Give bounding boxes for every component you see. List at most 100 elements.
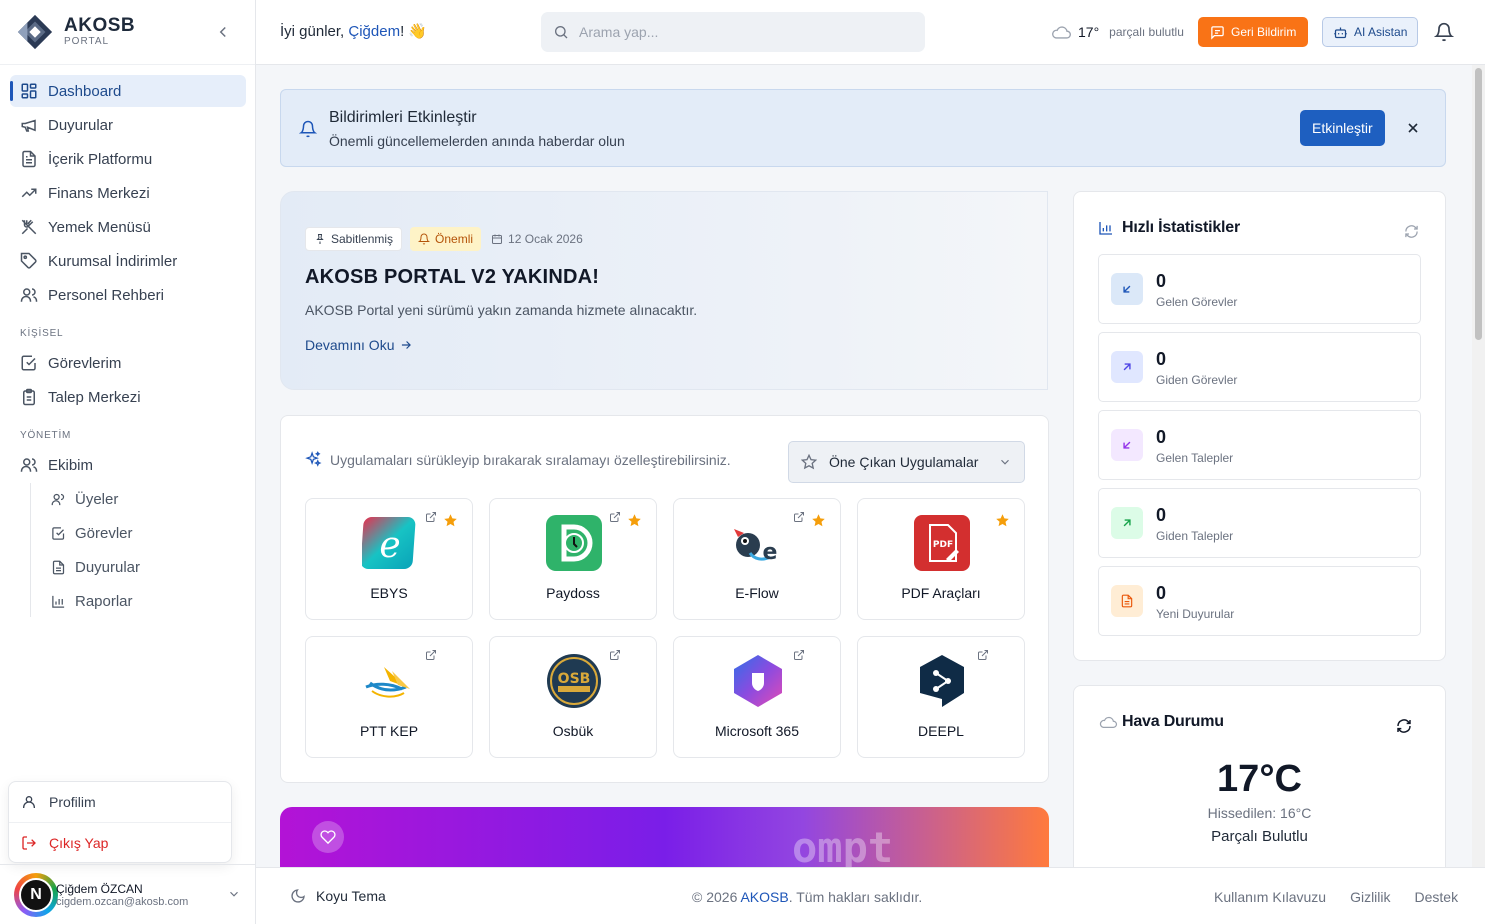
bar-chart-icon <box>1099 222 1112 235</box>
stat-new-announcements[interactable]: 0 Yeni Duyurular <box>1098 566 1421 636</box>
sidebar-item-request-center[interactable]: Talep Merkezi <box>10 381 246 413</box>
footer-link-privacy[interactable]: Gizlilik <box>1350 889 1390 905</box>
announcement-date: 12 Ocak 2026 <box>489 227 591 251</box>
greeting-name: Çiğdem <box>348 23 401 40</box>
main-scrollbar[interactable] <box>1472 65 1485 867</box>
external-link-icon[interactable] <box>609 649 621 661</box>
sidebar-item-my-tasks[interactable]: Görevlerim <box>10 347 246 379</box>
chevron-down-icon[interactable] <box>227 887 241 901</box>
user-icon <box>23 796 35 808</box>
app-tile-eflow[interactable]: e E-Flow <box>673 498 841 620</box>
read-more-link[interactable]: Devamını Oku <box>305 337 413 353</box>
pdf-tools-logo-icon: PDF <box>914 515 970 571</box>
app-tile-microsoft-365[interactable]: Microsoft 365 <box>673 636 841 758</box>
bell-icon <box>299 120 317 138</box>
app-name: EBYS <box>370 585 408 601</box>
star-filled-icon[interactable] <box>443 513 458 528</box>
sidebar-nav: Dashboard Duyurular İçerik Platformu Fin… <box>10 75 246 619</box>
weather-title-text: Hava Durumu <box>1122 713 1224 730</box>
stat-incoming-requests[interactable]: 0 Gelen Talepler <box>1098 410 1421 480</box>
sidebar-item-content-platform[interactable]: İçerik Platformu <box>10 143 246 175</box>
external-link-icon[interactable] <box>793 649 805 661</box>
main-content: Bildirimleri Etkinleştir Önemli güncelle… <box>256 65 1472 867</box>
collapse-sidebar-icon[interactable] <box>214 23 232 41</box>
weather-temperature: 17°C <box>1217 758 1302 800</box>
stat-outgoing-requests[interactable]: 0 Giden Talepler <box>1098 488 1421 558</box>
dark-theme-toggle[interactable]: Koyu Tema <box>290 888 386 904</box>
sidebar-item-food-menu[interactable]: Yemek Menüsü <box>10 211 246 243</box>
greeting: İyi günler, Çiğdem! 👋 <box>280 22 427 40</box>
profile-menu-item[interactable]: Profilim <box>9 782 231 822</box>
svg-text:e: e <box>379 525 400 566</box>
svg-text:e: e <box>763 540 778 565</box>
sidebar-item-tasks[interactable]: Görevler <box>31 517 246 549</box>
logout-menu-item[interactable]: Çıkış Yap <box>9 822 231 862</box>
app-tile-paydoss[interactable]: Paydoss <box>489 498 657 620</box>
app-tile-deepl[interactable]: DEEPL <box>857 636 1025 758</box>
app-tile-pdf-tools[interactable]: PDF PDF Araçları <box>857 498 1025 620</box>
star-filled-icon[interactable] <box>627 513 642 528</box>
external-link-icon[interactable] <box>425 649 437 661</box>
search-input[interactable] <box>579 24 899 40</box>
copyright-brand-link[interactable]: AKOSB <box>740 889 788 905</box>
check-square-icon <box>52 526 65 540</box>
footer-link-user-guide[interactable]: Kullanım Kılavuzu <box>1214 889 1326 905</box>
external-link-icon[interactable] <box>793 511 805 523</box>
sidebar-item-corporate-discounts[interactable]: Kurumsal İndirimler <box>10 245 246 277</box>
footer: Koyu Tema © 2026 AKOSB. Tüm hakları sakl… <box>256 867 1485 924</box>
sidebar-item-label: Talep Merkezi <box>48 388 141 406</box>
quick-stats-card: Hızlı İstatistikler 0 Gelen Görevler 0 G… <box>1073 191 1446 661</box>
sidebar-item-members[interactable]: Üyeler <box>31 483 246 515</box>
ptt-kep-logo-icon <box>365 667 410 698</box>
app-tile-osbuk[interactable]: OSB Osbük <box>489 636 657 758</box>
sidebar-item-finance[interactable]: Finans Merkezi <box>10 177 246 209</box>
app-tile-ebys[interactable]: e EBYS <box>305 498 473 620</box>
deepl-logo-icon <box>920 655 964 707</box>
date-label: 12 Ocak 2026 <box>508 232 583 246</box>
star-filled-icon[interactable] <box>995 513 1010 528</box>
arrow-down-left-icon <box>1123 285 1131 293</box>
stat-icon-box <box>1111 507 1143 539</box>
enable-notifications-button[interactable]: Etkinleştir <box>1300 110 1385 146</box>
sidebar-item-announcements[interactable]: Duyurular <box>10 109 246 141</box>
sidebar-item-team-announcements[interactable]: Duyurular <box>31 551 246 583</box>
sidebar-item-reports[interactable]: Raporlar <box>31 585 246 617</box>
ebys-logo-icon: e <box>362 517 416 569</box>
ai-assistant-label: AI Asistan <box>1354 25 1408 39</box>
refresh-icon[interactable] <box>1396 718 1412 734</box>
promo-text: ompt <box>792 823 894 867</box>
footer-link-support[interactable]: Destek <box>1415 889 1459 905</box>
weather-card: Hava Durumu 17°C Hissedilen: 16°C Parçal… <box>1073 685 1446 867</box>
apps-filter-select[interactable]: Öne Çıkan Uygulamalar <box>788 441 1025 483</box>
stat-value: 0 <box>1156 271 1167 291</box>
announcement-title: AKOSB PORTAL V2 YAKINDA! <box>305 266 600 288</box>
sidebar-item-label: Finans Merkezi <box>48 184 150 202</box>
star-filled-icon[interactable] <box>811 513 826 528</box>
promo-banner[interactable]: ompt <box>280 807 1049 867</box>
bell-icon[interactable] <box>1434 22 1454 42</box>
scrollbar-thumb[interactable] <box>1475 68 1482 340</box>
weather-condition: parçalı bulutlu <box>1109 25 1184 39</box>
user-profile-bar[interactable]: N Çiğdem ÖZCAN cigdem.ozcan@akosb.com <box>0 864 255 924</box>
stat-outgoing-tasks[interactable]: 0 Giden Görevler <box>1098 332 1421 402</box>
stat-label: Giden Görevler <box>1156 373 1238 387</box>
external-link-icon[interactable] <box>425 511 437 523</box>
tag-icon <box>20 252 37 269</box>
heart-button[interactable] <box>312 821 344 853</box>
external-link-icon[interactable] <box>609 511 621 523</box>
theme-label: Koyu Tema <box>316 888 386 904</box>
stat-icon-box <box>1111 351 1143 383</box>
stat-incoming-tasks[interactable]: 0 Gelen Görevler <box>1098 254 1421 324</box>
external-link-icon[interactable] <box>977 649 989 661</box>
sidebar-item-my-team[interactable]: Ekibim <box>10 449 246 481</box>
sidebar-item-label: Kurumsal İndirimler <box>48 252 178 270</box>
search-box[interactable] <box>541 12 925 52</box>
app-tile-ptt-kep[interactable]: PTT KEP <box>305 636 473 758</box>
sidebar-item-dashboard[interactable]: Dashboard <box>10 75 246 107</box>
feedback-button[interactable]: Geri Bildirim <box>1198 17 1309 47</box>
refresh-icon[interactable] <box>1404 224 1419 239</box>
osbuk-logo-icon: OSB <box>547 654 601 708</box>
sidebar-item-staff-directory[interactable]: Personel Rehberi <box>10 279 246 311</box>
close-icon[interactable] <box>1405 120 1421 136</box>
ai-assistant-button[interactable]: AI Asistan <box>1322 17 1419 47</box>
